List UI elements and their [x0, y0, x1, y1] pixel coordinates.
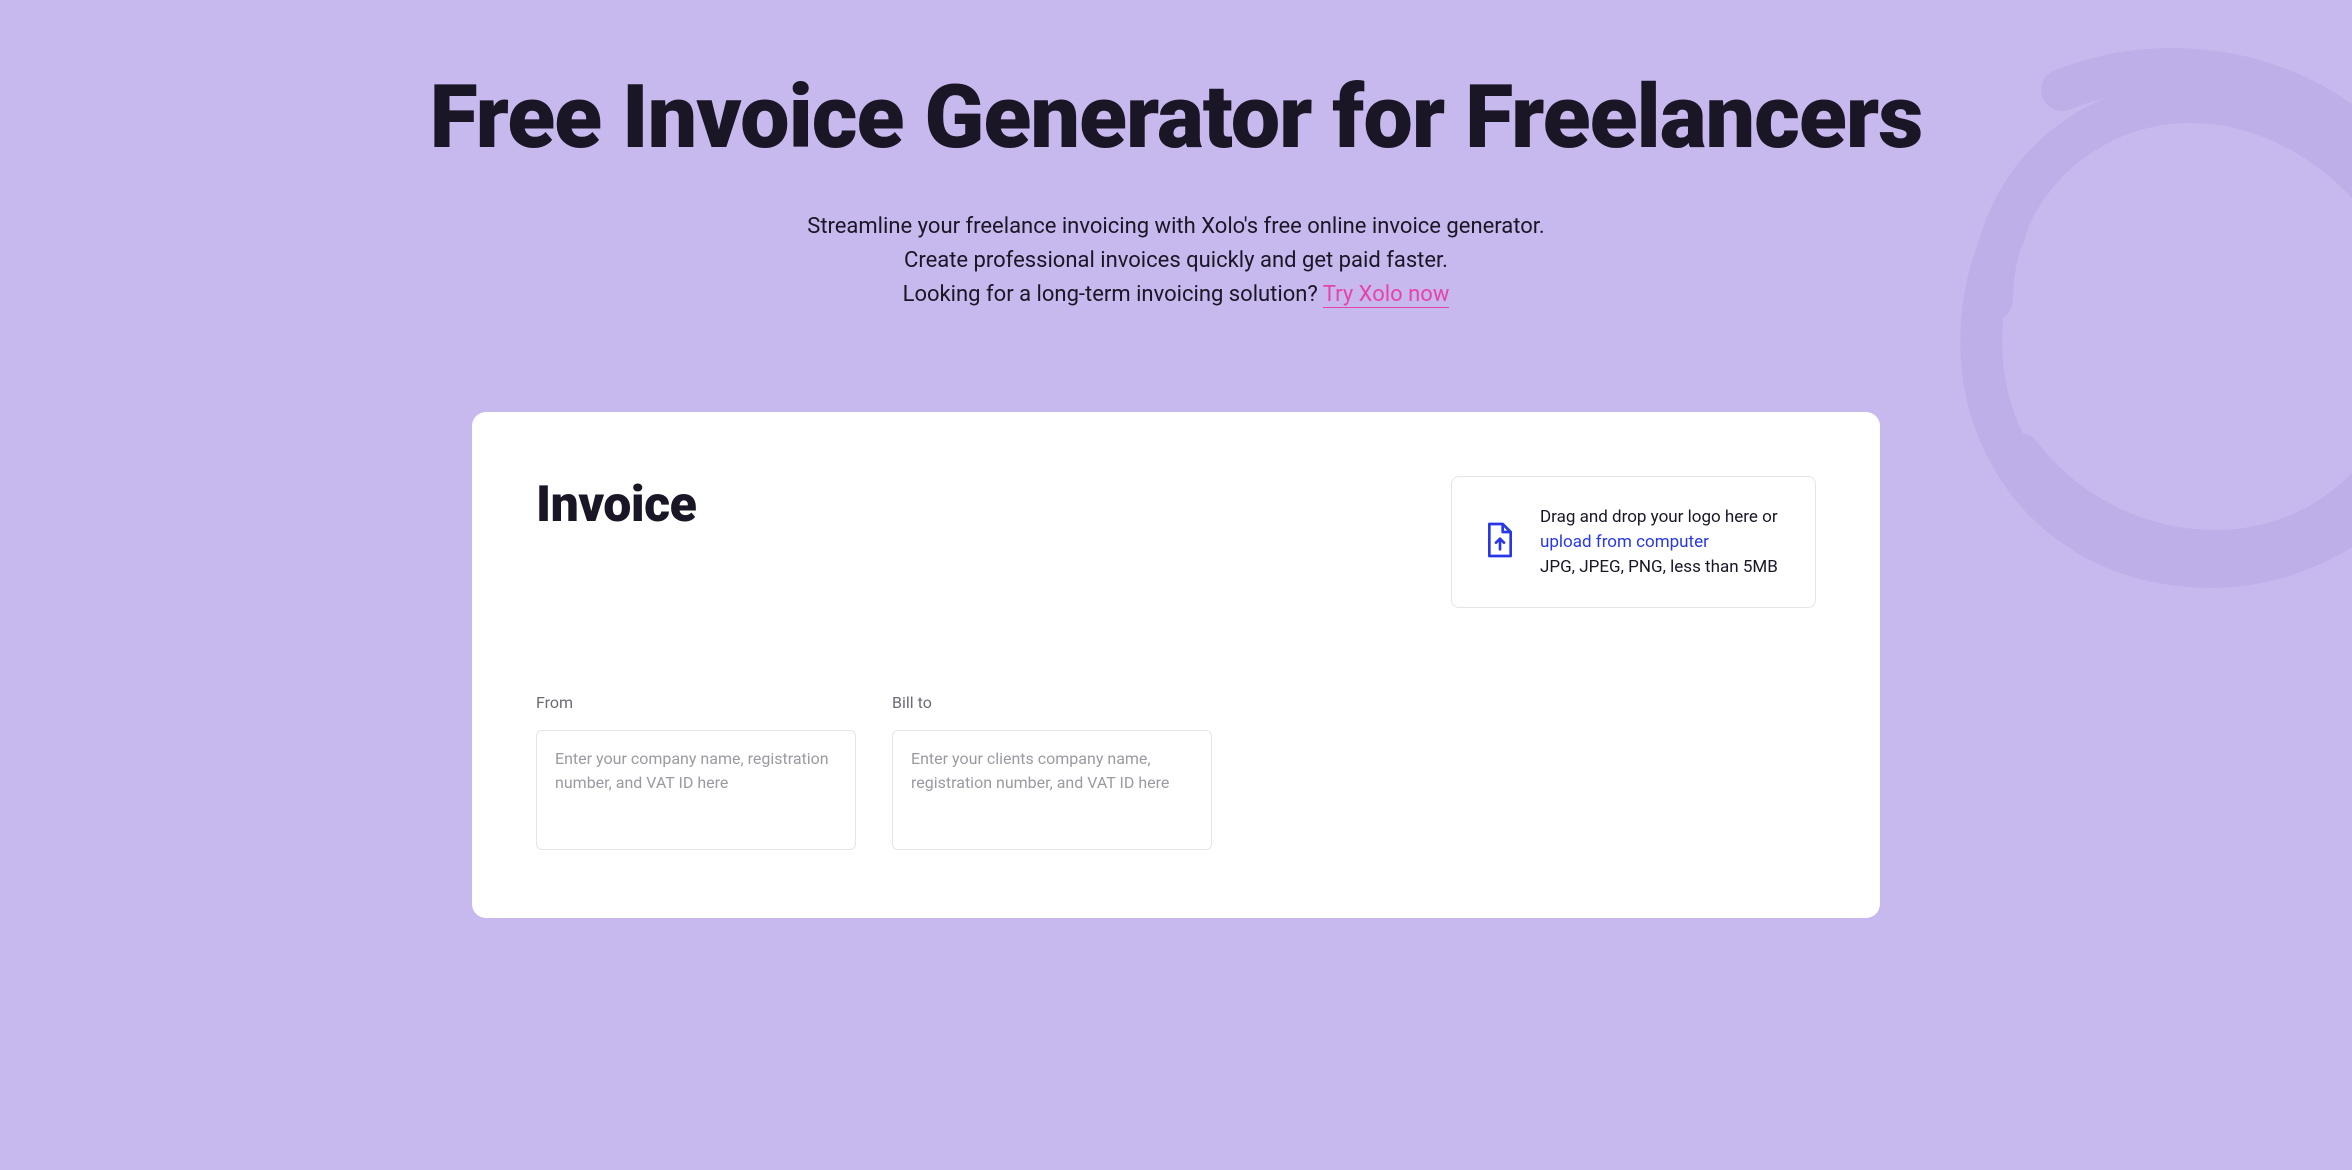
- from-label: From: [536, 693, 856, 712]
- bill-to-label: Bill to: [892, 693, 1212, 712]
- invoice-header: Invoice Drag and drop your logo here or …: [536, 476, 1816, 608]
- bill-to-group: Bill to: [892, 693, 1212, 854]
- subtitle-line-1: Streamline your freelance invoicing with…: [807, 214, 1544, 239]
- from-group: From: [536, 693, 856, 854]
- file-upload-icon: [1484, 521, 1516, 563]
- hero-section: Free Invoice Generator for Freelancers S…: [0, 0, 2352, 412]
- invoice-title: Invoice: [536, 476, 696, 534]
- invoice-card: Invoice Drag and drop your logo here or …: [472, 412, 1880, 918]
- subtitle-line-3: Looking for a long-term invoicing soluti…: [903, 282, 1323, 307]
- logo-upload-box[interactable]: Drag and drop your logo here or upload f…: [1451, 476, 1816, 608]
- upload-text: Drag and drop your logo here or upload f…: [1540, 505, 1783, 579]
- try-xolo-link[interactable]: Try Xolo now: [1323, 282, 1450, 308]
- upload-format-text: JPG, JPEG, PNG, less than 5MB: [1540, 557, 1778, 577]
- upload-drag-text: Drag and drop your logo here or: [1540, 507, 1778, 527]
- hero-subtitle: Streamline your freelance invoicing with…: [20, 210, 2332, 312]
- bill-to-input[interactable]: [892, 730, 1212, 850]
- from-input[interactable]: [536, 730, 856, 850]
- page-title: Free Invoice Generator for Freelancers: [20, 70, 2332, 165]
- subtitle-line-2: Create professional invoices quickly and…: [904, 248, 1448, 273]
- form-row: From Bill to: [536, 693, 1816, 854]
- upload-from-computer-link[interactable]: upload from computer: [1540, 532, 1709, 552]
